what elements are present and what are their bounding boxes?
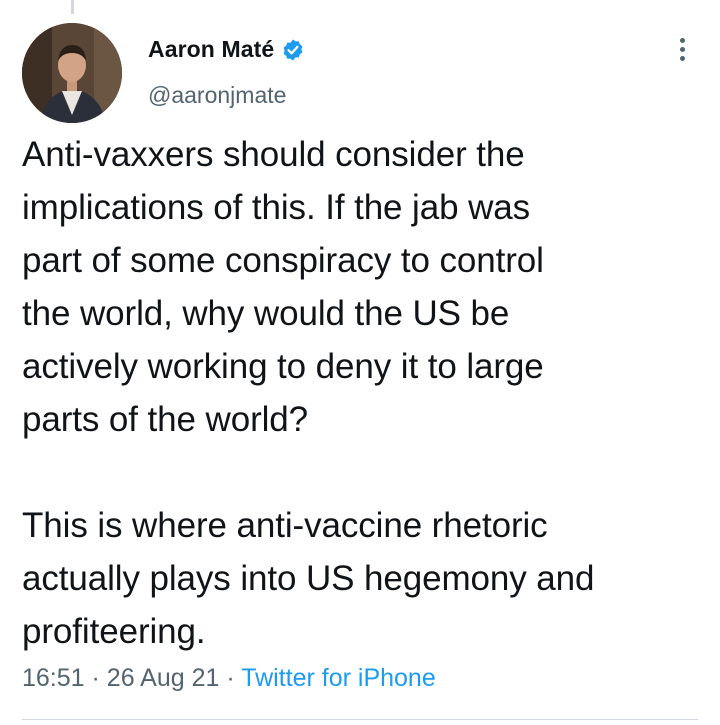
meta-separator: · — [91, 664, 100, 692]
tweet-source-link[interactable]: Twitter for iPhone — [241, 664, 436, 692]
profile-photo — [22, 23, 122, 123]
tweet-metadata: 16:51 · 26 Aug 21 · Twitter for iPhone — [22, 664, 436, 693]
meta-separator: · — [226, 664, 235, 692]
thread-connector-line — [71, 0, 74, 14]
more-vertical-icon[interactable] — [670, 38, 694, 64]
tweet-text: Anti-vaxxers should consider the implica… — [22, 135, 595, 651]
author-display-name[interactable]: Aaron Maté — [148, 36, 274, 63]
tweet-date[interactable]: 26 Aug 21 — [107, 664, 220, 692]
avatar[interactable] — [22, 23, 122, 123]
divider — [22, 719, 698, 720]
tweet-time[interactable]: 16:51 — [22, 664, 85, 692]
author-handle[interactable]: @aaronjmate — [148, 82, 286, 109]
author-name-row[interactable]: Aaron Maté — [148, 36, 305, 63]
verified-badge-icon — [283, 39, 303, 60]
